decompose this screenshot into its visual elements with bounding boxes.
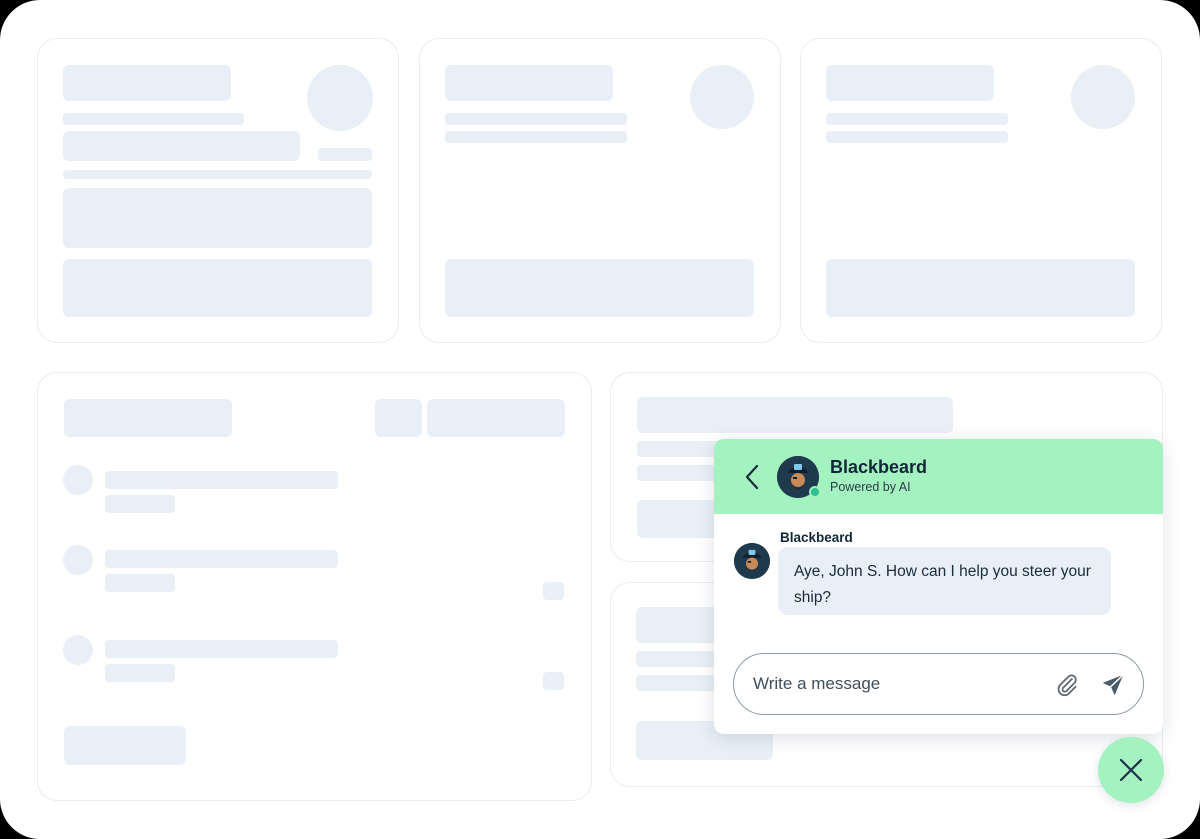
skeleton-card-3 <box>800 38 1162 343</box>
skeleton-line <box>445 113 627 125</box>
skeleton-badge <box>543 672 564 690</box>
skeleton-line <box>826 131 1008 143</box>
skeleton-list-avatar <box>63 635 93 665</box>
skeleton-avatar <box>307 65 373 131</box>
message-sender: Blackbeard <box>780 530 853 545</box>
skeleton-title <box>445 65 613 101</box>
skeleton-list-avatar <box>63 465 93 495</box>
back-button[interactable] <box>742 463 766 491</box>
chat-header: Blackbeard Powered by AI <box>714 439 1163 514</box>
close-chat-button[interactable] <box>1098 737 1164 803</box>
skeleton-chip <box>375 399 422 437</box>
skeleton-line <box>105 550 338 568</box>
close-icon <box>1119 758 1143 782</box>
skeleton-title <box>63 65 231 101</box>
skeleton-line <box>105 640 338 658</box>
skeleton-line <box>105 664 175 682</box>
skeleton-block <box>63 259 372 317</box>
skeleton-avatar <box>690 65 754 129</box>
attach-button[interactable] <box>1054 672 1080 698</box>
skeleton-avatar <box>1071 65 1135 129</box>
skeleton-line <box>445 131 627 143</box>
paperclip-icon <box>1057 674 1077 697</box>
pirate-avatar <box>777 456 821 498</box>
skeleton-line <box>105 495 175 513</box>
online-status-indicator <box>809 486 821 498</box>
skeleton-line <box>105 574 175 592</box>
skeleton-button <box>64 726 186 765</box>
skeleton-line <box>826 113 1008 125</box>
chat-widget: Blackbeard Powered by AI Blackbeard Aye,… <box>714 439 1163 734</box>
skeleton-block <box>63 131 300 161</box>
skeleton-card-2 <box>419 38 781 343</box>
send-icon <box>1102 673 1125 696</box>
message-bubble: Aye, John S. How can I help you steer yo… <box>778 547 1111 615</box>
chevron-left-icon <box>745 464 759 490</box>
message-composer <box>733 653 1144 715</box>
message-input[interactable] <box>753 671 1043 697</box>
skeleton-line <box>63 170 372 179</box>
skeleton-title <box>637 397 953 433</box>
skeleton-chip <box>427 399 565 437</box>
skeleton-title <box>64 399 232 437</box>
skeleton-line <box>105 471 338 489</box>
skeleton-block <box>445 259 754 317</box>
skeleton-list-card <box>37 372 592 801</box>
skeleton-block <box>826 259 1135 317</box>
pirate-avatar <box>734 543 770 579</box>
skeleton-block <box>63 188 372 248</box>
skeleton-line <box>63 113 244 125</box>
chat-agent-name: Blackbeard <box>830 457 928 477</box>
skeleton-list-avatar <box>63 545 93 575</box>
app-frame: Blackbeard Powered by AI Blackbeard Aye,… <box>0 0 1200 839</box>
skeleton-title <box>826 65 994 101</box>
skeleton-card-1 <box>37 38 399 343</box>
send-button[interactable] <box>1100 672 1126 698</box>
skeleton-badge <box>543 582 564 600</box>
skeleton-line <box>318 148 372 161</box>
chat-agent-subtitle: Powered by AI <box>830 480 911 494</box>
